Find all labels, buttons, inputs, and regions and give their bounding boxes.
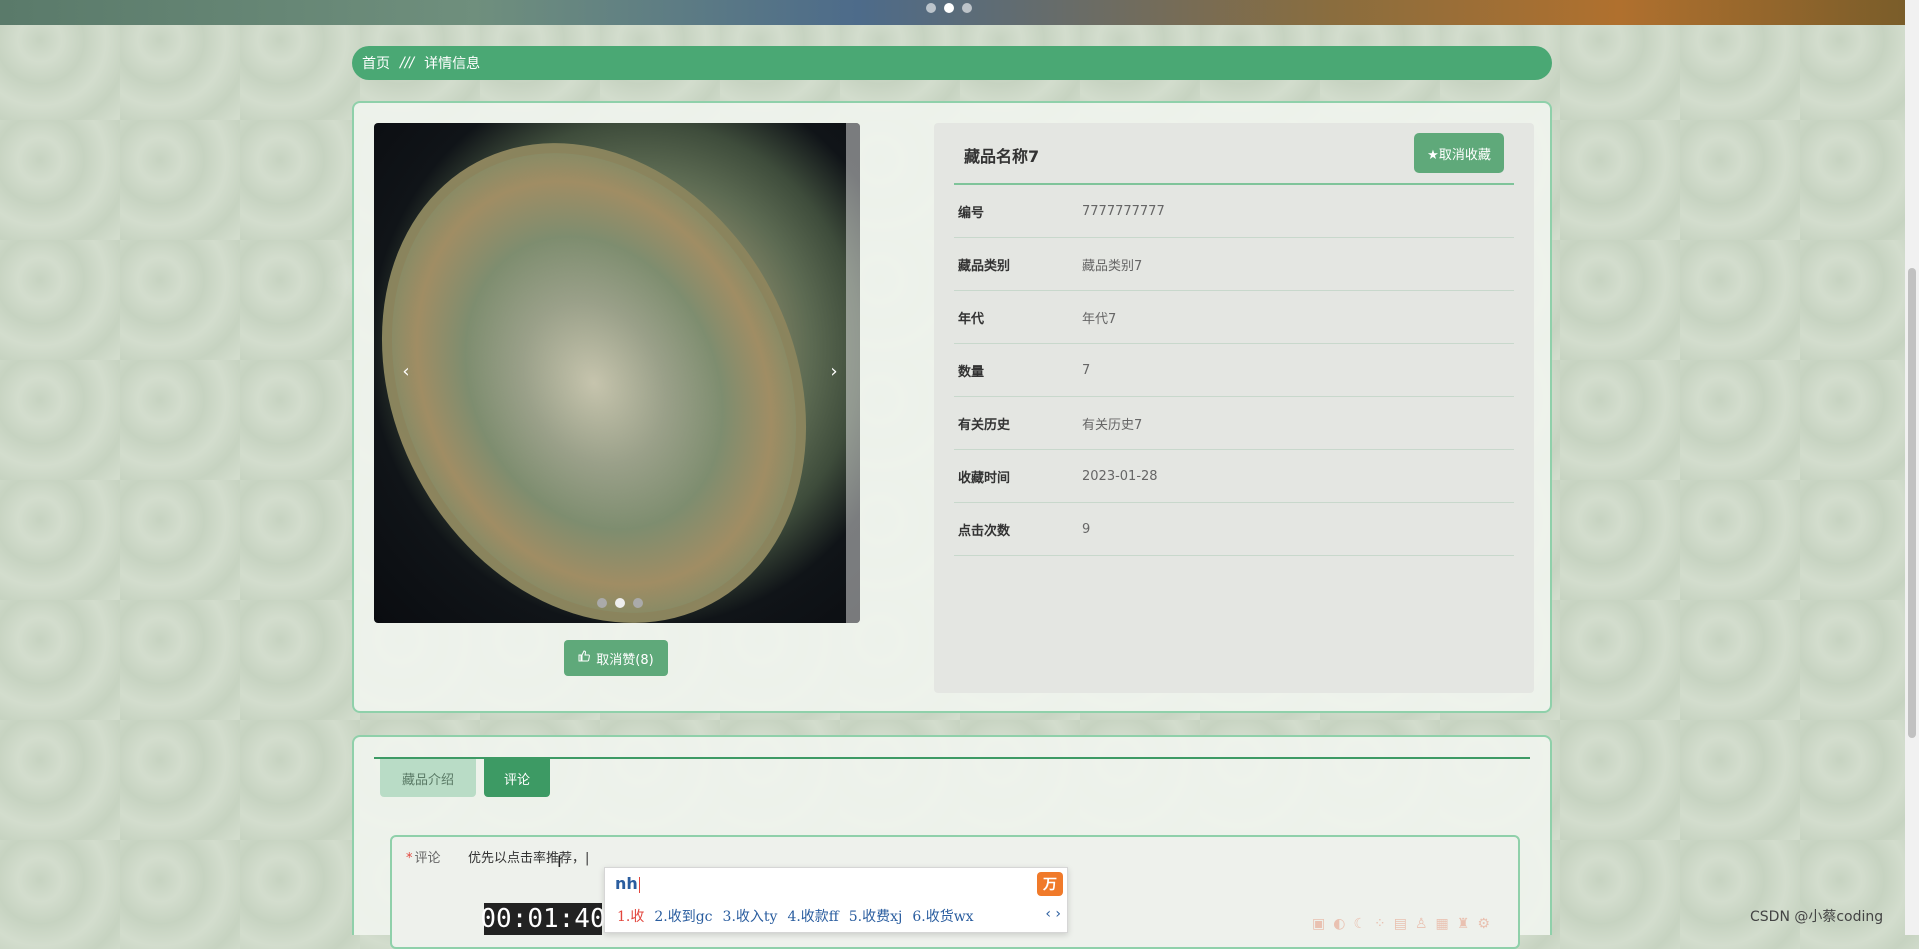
detail-key: 有关历史 [958,417,1011,433]
banner-dot-2[interactable] [944,3,954,13]
ime-toolbar-user-icon[interactable]: ♙ [1415,916,1428,932]
detail-row: 点击次数 9 [954,503,1514,556]
detail-row: 数量 7 [954,344,1514,397]
unfavorite-button[interactable]: ★取消收藏 [1414,133,1504,173]
ime-toolbar-logo-icon[interactable]: ▣ [1312,916,1325,932]
comment-input[interactable]: 优先以点击率推荐，| [468,847,589,866]
detail-key: 藏品类别 [958,258,1011,274]
tab-comments[interactable]: 评论 [484,759,550,797]
ime-toolbar-punct-icon[interactable]: ⁘ [1374,916,1386,932]
carousel-dot-3[interactable] [633,598,643,608]
ime-logo-icon[interactable]: 万 [1037,872,1063,896]
detail-key: 数量 [958,364,985,380]
detail-key: 点击次数 [958,523,1011,539]
detail-value: 9 [1082,521,1091,537]
ime-candidate[interactable]: 1.收 [617,906,644,926]
banner-dot-1[interactable] [926,3,936,13]
detail-panel: ‹ › 取消赞(8) 藏品名称7 ★取消收藏 编号 7777777777 藏品类… [352,101,1552,713]
detail-key: 编号 [958,205,985,221]
carousel-dot-2[interactable] [615,598,625,608]
banner-dot-3[interactable] [962,3,972,13]
comment-label-text: 评论 [414,851,441,866]
detail-header: 藏品名称7 ★取消收藏 [954,123,1514,185]
detail-row: 收藏时间 2023-01-28 [954,450,1514,503]
ime-toolbar-mode-icon[interactable]: ◐ [1333,916,1345,932]
ime-candidate[interactable]: 3.收入ty [723,906,778,926]
ime-candidates: 1.收 2.收到gc 3.收入ty 4.收款ff 5.收费xj 6.收货wx [617,906,974,926]
item-title: 藏品名称7 [964,147,1040,166]
detail-table: 编号 7777777777 藏品类别 藏品类别7 年代 年代7 数量 7 有关历… [954,185,1514,556]
unlike-button[interactable]: 取消赞(8) [564,640,668,676]
ime-candidate-window: nh 万 1.收 2.收到gc 3.收入ty 4.收款ff 5.收费xj 6.收… [604,867,1068,933]
breadcrumb-current: 详情信息 [424,56,481,72]
ime-toolbar-moon-icon[interactable]: ☾ [1353,916,1366,932]
scrollbar-thumb[interactable] [1908,268,1916,738]
detail-row: 藏品类别 藏品类别7 [954,238,1514,291]
detail-value: 7 [1082,362,1091,378]
breadcrumb-home[interactable]: 首页 [362,53,390,73]
breadcrumb-separator: /// [400,55,415,71]
ime-pager-icon[interactable]: ‹ › [1045,906,1061,922]
page-scrollbar[interactable] [1905,0,1919,935]
detail-value: 有关历史7 [1082,417,1143,433]
top-banner [0,0,1905,25]
detail-value: 年代7 [1082,311,1117,327]
banner-pagination [926,3,972,13]
ime-candidate[interactable]: 4.收款ff [787,906,838,926]
carousel-pagination [597,598,643,608]
ime-toolbar: ▣ ◐ ☾ ⁘ ▤ ♙ ▦ ♜ ⚙ [1312,916,1490,932]
tab-introduction[interactable]: 藏品介绍 [380,759,476,797]
detail-row: 编号 7777777777 [954,185,1514,238]
carousel-edge [846,123,860,623]
ime-toolbar-skin-icon[interactable]: ♜ [1457,916,1470,932]
comment-label: * 评论 [406,847,441,866]
ime-candidate[interactable]: 6.收货wx [912,906,973,926]
ime-candidate[interactable]: 5.收费xj [849,906,903,926]
thumbs-up-icon [578,650,591,666]
ime-toolbar-grid-icon[interactable]: ▦ [1436,916,1449,932]
watermark: CSDN @小蔡coding [1750,909,1884,925]
detail-row: 年代 年代7 [954,291,1514,344]
recording-timer: 00:01:40 [480,903,606,935]
ime-input: nh [615,874,638,893]
detail-value: 2023-01-28 [1082,468,1158,484]
carousel-dot-1[interactable] [597,598,607,608]
detail-key: 收藏时间 [958,470,1011,486]
carousel-prev-icon[interactable]: ‹ [394,359,418,383]
ime-toolbar-gear-icon[interactable]: ⚙ [1477,916,1490,932]
required-mark: * [406,851,413,866]
detail-row: 有关历史 有关历史7 [954,397,1514,450]
text-cursor-icon: I [557,852,562,871]
detail-value: 藏品类别7 [1082,258,1143,274]
detail-key: 年代 [958,311,985,327]
carousel-next-icon[interactable]: › [822,359,846,383]
breadcrumb: 首页 /// 详情信息 [352,46,1552,80]
ime-toolbar-keyboard-icon[interactable]: ▤ [1394,916,1407,932]
unlike-label: 取消赞(8) [596,652,654,668]
detail-value: 7777777777 [1082,203,1165,219]
ime-candidate[interactable]: 2.收到gc [654,906,712,926]
image-carousel[interactable]: ‹ › [374,123,860,623]
detail-info: 藏品名称7 ★取消收藏 编号 7777777777 藏品类别 藏品类别7 年代 … [934,123,1534,693]
artifact-image [374,123,860,623]
